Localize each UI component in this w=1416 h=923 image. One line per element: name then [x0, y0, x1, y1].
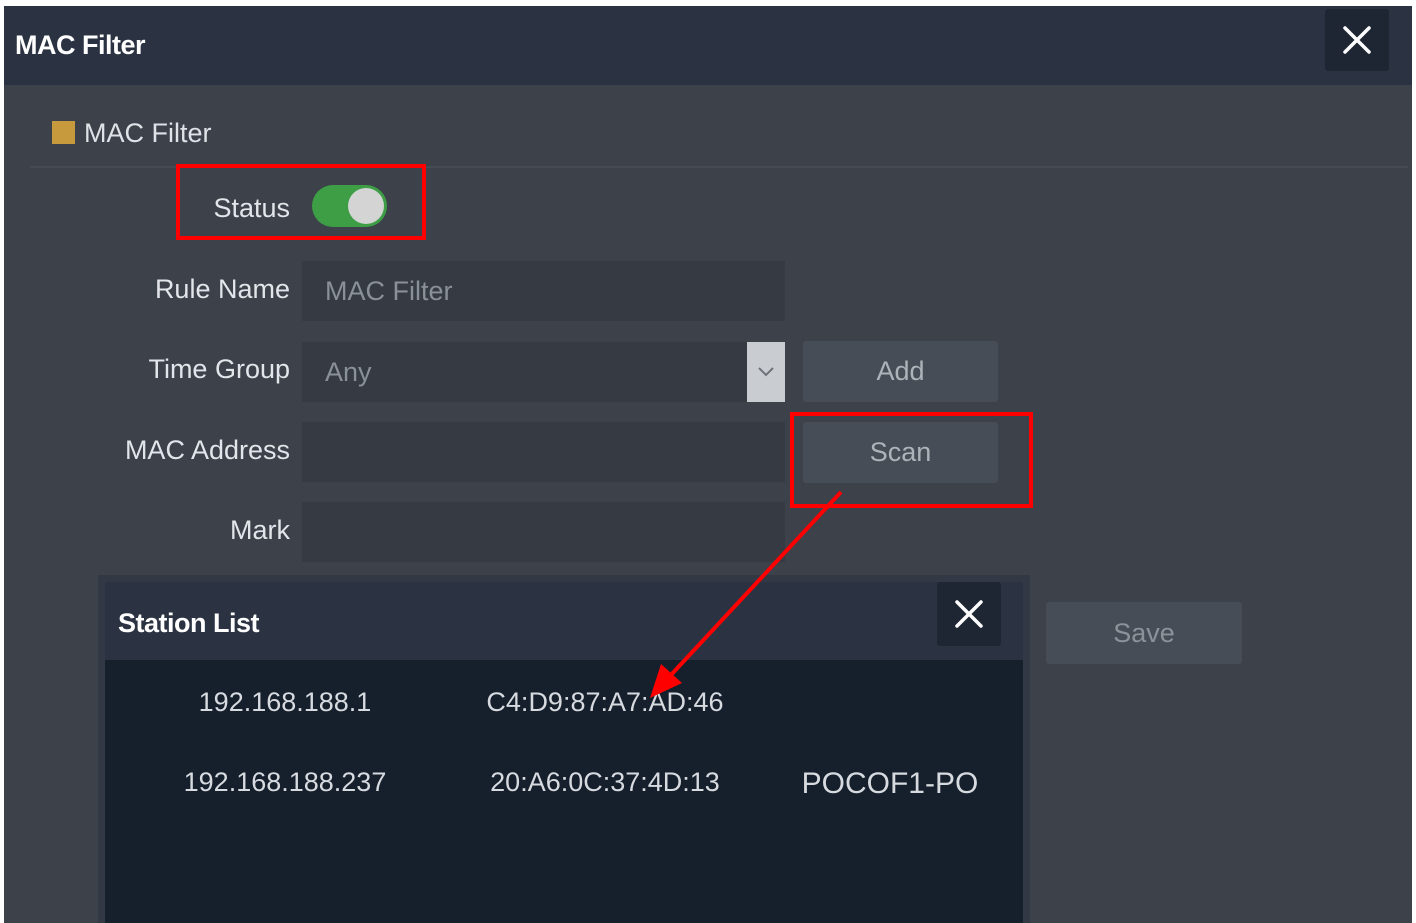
station-list-close-button[interactable] [937, 582, 1001, 646]
station-list-header: Station List [105, 582, 1023, 660]
station-name: POCOF1-PO [801, 767, 979, 800]
station-row[interactable]: 192.168.188.1 C4:D9:87:A7:AD:46 [105, 687, 1023, 727]
station-mac: 20:A6:0C:37:4D:13 [490, 767, 720, 797]
station-ip: 192.168.188.1 [198, 687, 372, 717]
mac-filter-dialog: MAC Filter MAC Filter Status Rule Name M… [4, 6, 1412, 923]
dialog-title: MAC Filter [15, 30, 146, 60]
rule-name-label: Rule Name [154, 274, 290, 304]
mark-input[interactable] [302, 502, 785, 562]
time-group-dropdown-toggle[interactable] [747, 342, 785, 402]
station-mac: C4:D9:87:A7:AD:46 [486, 687, 724, 717]
status-label: Status [213, 193, 290, 223]
toggle-knob [348, 188, 384, 224]
section-divider [30, 166, 1408, 168]
section-title: MAC Filter [84, 118, 212, 148]
time-group-value: Any [325, 357, 372, 387]
time-group-label: Time Group [148, 354, 290, 384]
dialog-close-button[interactable] [1325, 9, 1389, 71]
section-marker-icon [52, 121, 75, 144]
mac-address-label: MAC Address [124, 435, 290, 465]
station-row[interactable]: 192.168.188.237 20:A6:0C:37:4D:13 POCOF1… [105, 767, 1023, 807]
save-button[interactable]: Save [1046, 602, 1242, 664]
status-toggle[interactable] [312, 185, 387, 227]
mark-label: Mark [230, 515, 290, 545]
close-icon [1343, 26, 1371, 54]
rule-name-input[interactable]: MAC Filter [302, 261, 785, 321]
dialog-titlebar: MAC Filter [4, 6, 1412, 85]
time-group-select[interactable]: Any [302, 342, 785, 402]
station-list-modal: Station List 192.168.188.1 C4:D9:87:A7:A… [98, 575, 1030, 923]
station-ip: 192.168.188.237 [183, 767, 387, 797]
scan-button[interactable]: Scan [803, 422, 998, 483]
close-icon [955, 600, 983, 628]
station-list-body: 192.168.188.1 C4:D9:87:A7:AD:46 192.168.… [105, 660, 1023, 923]
add-time-group-button[interactable]: Add [803, 341, 998, 402]
chevron-down-icon [758, 367, 774, 377]
station-list-title: Station List [118, 608, 260, 638]
mac-address-input[interactable] [302, 422, 785, 482]
